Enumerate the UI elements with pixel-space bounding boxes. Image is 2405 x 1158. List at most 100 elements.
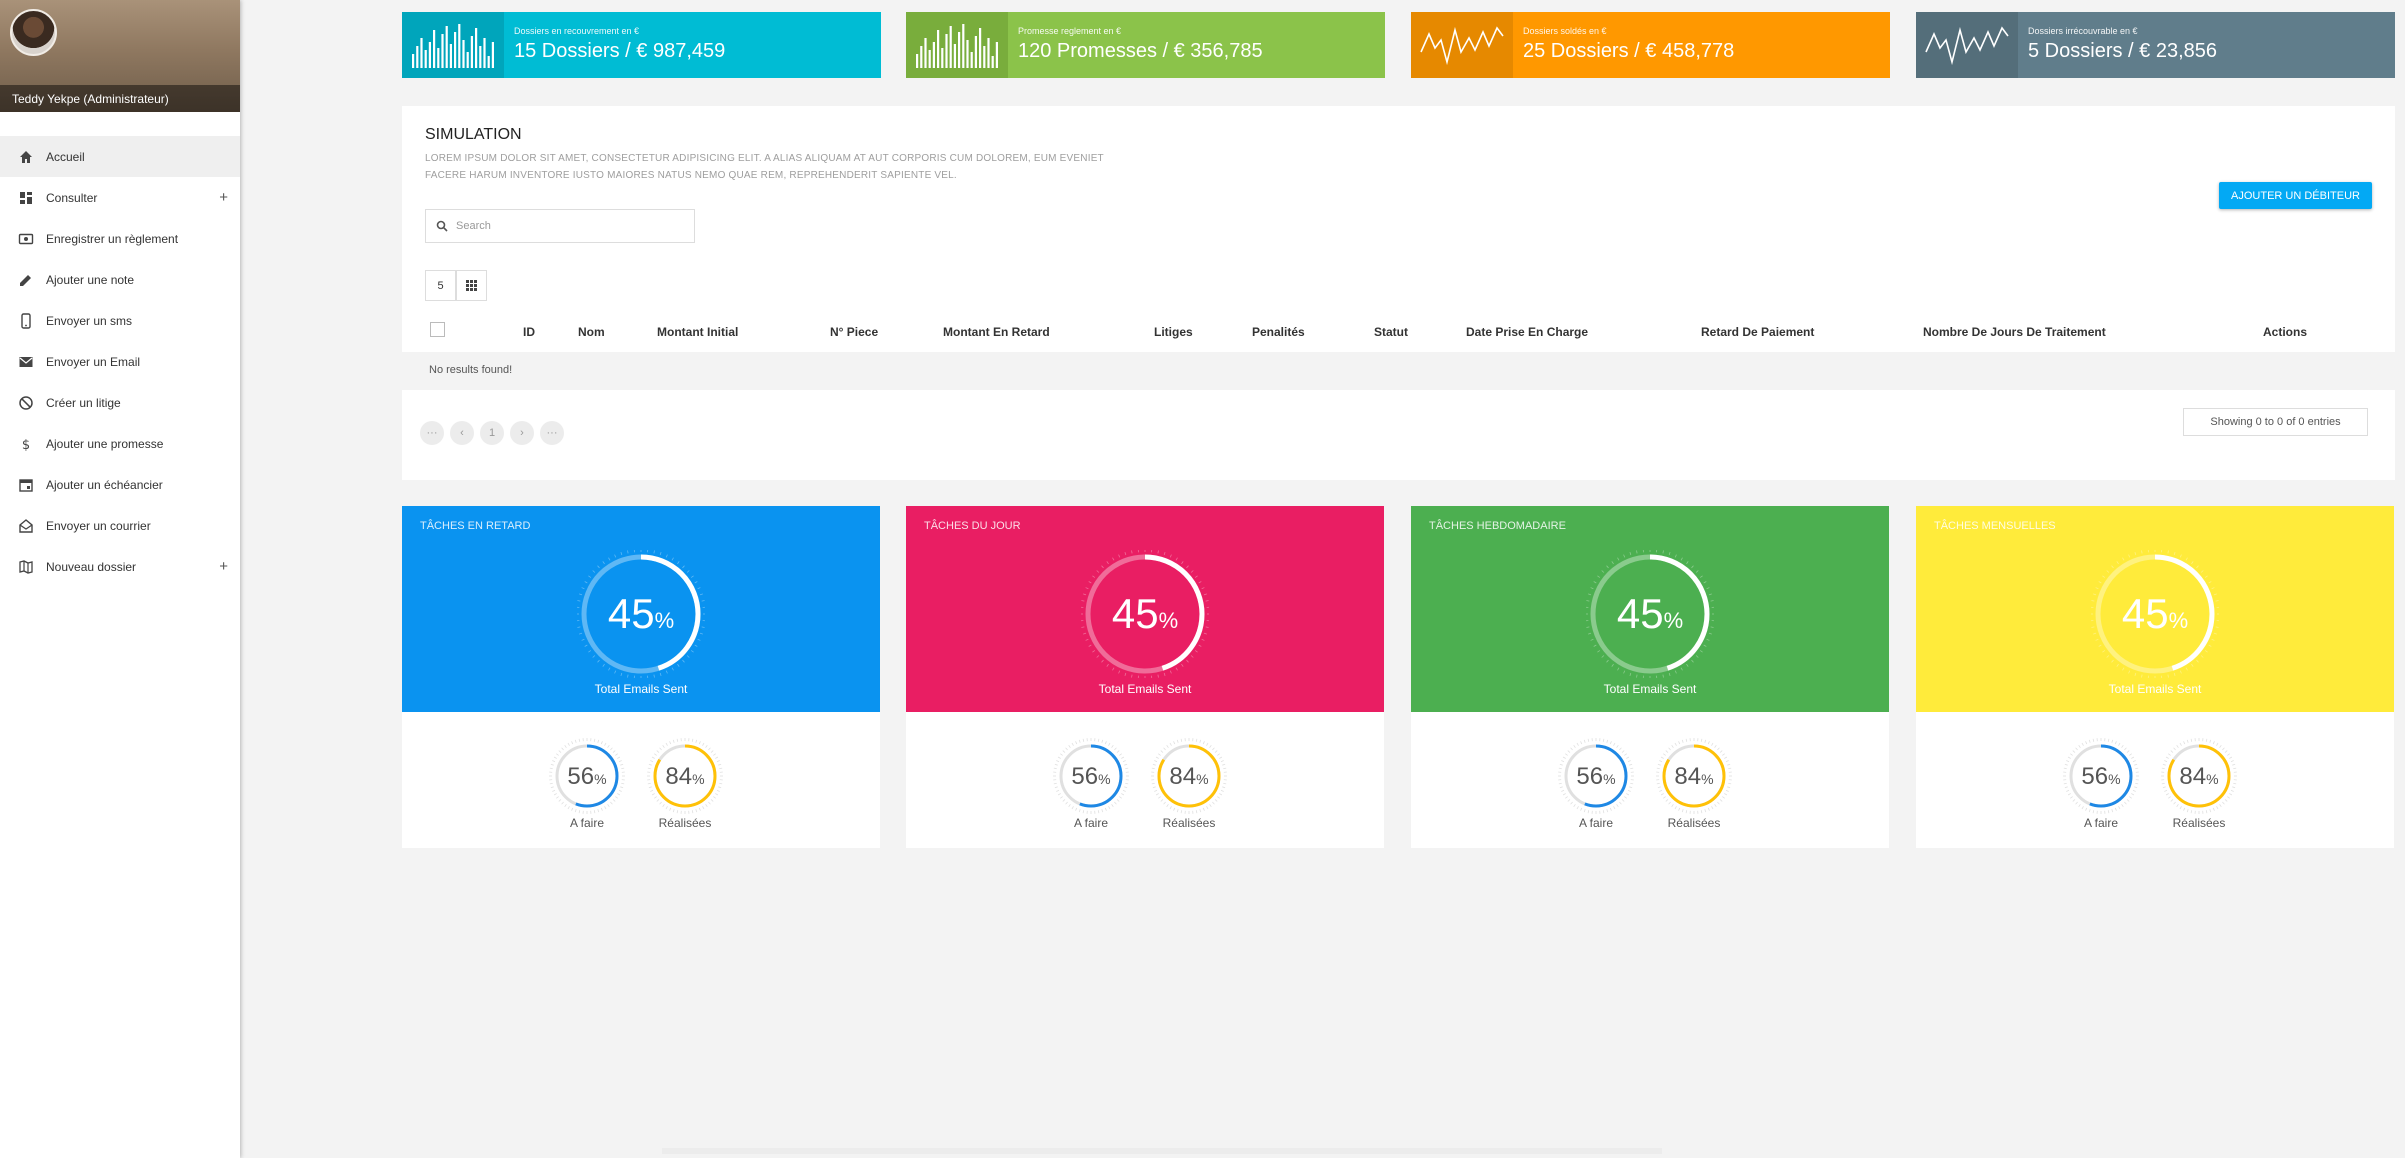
table-header: ID Nom Montant Initial N° Piece Montant En R… <box>402 319 2395 347</box>
sidebar-item-ajouter-une-note[interactable]: Ajouter une note <box>0 259 240 300</box>
stat-card[interactable]: Promesse reglement en € 120 Promesses / €… <box>906 12 1385 78</box>
avatar[interactable] <box>10 9 57 56</box>
task-card: Tâches mensuelles 45% Total Emails Sent 56%… <box>1916 506 2394 848</box>
next-page-button[interactable]: › <box>510 421 534 445</box>
sidebar-item-accueil[interactable]: Accueil <box>0 136 240 177</box>
column-header[interactable]: Montant En Retard <box>943 325 1050 339</box>
panel-title: SIMULATION <box>425 126 522 143</box>
column-header[interactable]: ID <box>523 325 535 339</box>
expand-plus-icon[interactable]: + <box>219 558 228 575</box>
a-faire-label: A faire <box>1578 816 1614 830</box>
column-header[interactable]: Statut <box>1374 325 1408 339</box>
stat-card[interactable]: Dossiers soldés en € 25 Dossiers / € 458,… <box>1411 12 1890 78</box>
sidebar-item-label: Accueil <box>46 149 85 164</box>
search-box[interactable] <box>425 209 695 243</box>
search-icon <box>436 220 448 232</box>
task-breakdown: 56% A faire 84% Réalisées <box>906 712 1384 848</box>
a-faire-gauge: 56% A faire <box>549 738 625 830</box>
stat-card[interactable]: Dossiers en recouvrement en € 15 Dossiers… <box>402 12 881 78</box>
column-header[interactable]: Penalités <box>1252 325 1305 339</box>
columns-toggle-button[interactable] <box>456 270 487 301</box>
task-breakdown: 56% A faire 84% Réalisées <box>1916 712 2394 848</box>
svg-text:84%: 84% <box>2179 763 2218 790</box>
prev-page-button[interactable]: ‹ <box>450 421 474 445</box>
task-summary: Tâches mensuelles 45% Total Emails Sent <box>1916 506 2394 712</box>
column-header[interactable]: N° Piece <box>830 325 878 339</box>
svg-text:45%: 45% <box>1617 590 1683 637</box>
dollar-icon: $ <box>18 436 34 452</box>
expand-plus-icon[interactable]: + <box>219 189 228 206</box>
realisees-chart: 84% <box>2161 738 2237 814</box>
percent-gauge: 45% <box>576 549 706 679</box>
column-header[interactable]: Nom <box>578 325 605 339</box>
sidebar-item-label: Consulter <box>46 190 98 205</box>
column-header[interactable]: Montant Initial <box>657 325 738 339</box>
stat-body: Dossiers en recouvrement en € 15 Dossiers… <box>504 12 735 78</box>
calendar-icon <box>18 477 34 493</box>
sidebar-item-créer-un-litige[interactable]: Créer un litige <box>0 382 240 423</box>
realisees-label: Réalisées <box>658 816 712 830</box>
realisees-chart: 84% <box>1151 738 1227 814</box>
realisees-gauge: 84% Réalisées <box>1656 738 1732 830</box>
realisees-chart: 84% <box>1656 738 1732 814</box>
sidebar-item-envoyer-un-email[interactable]: Envoyer un Email <box>0 341 240 382</box>
stat-card[interactable]: Dossiers irrécouvrable en € 5 Dossiers / … <box>1916 12 2395 78</box>
realisees-label: Réalisées <box>1162 816 1216 830</box>
realisees-gauge: 84% Réalisées <box>647 738 723 830</box>
stat-label: Dossiers irrécouvrable en € <box>2028 26 2138 36</box>
last-page-button[interactable]: ··· <box>540 421 564 445</box>
page-1-button[interactable]: 1 <box>480 421 504 445</box>
first-page-button[interactable]: ··· <box>420 421 444 445</box>
map-icon <box>18 559 34 575</box>
add-debtor-button[interactable]: AJOUTER UN DÉBITEUR <box>2219 182 2372 209</box>
svg-text:45%: 45% <box>2122 590 2188 637</box>
mail-icon <box>18 354 34 370</box>
dashboard-icon <box>18 190 34 206</box>
realisees-gauge: 84% Réalisées <box>2161 738 2237 830</box>
sidebar-item-envoyer-un-sms[interactable]: Envoyer un sms <box>0 300 240 341</box>
stat-value: 120 Promesses / € 356,785 <box>1018 40 1263 62</box>
bar-sparkline <box>402 12 504 78</box>
sidebar-item-ajouter-une-promesse[interactable]: $ Ajouter une promesse <box>0 423 240 464</box>
sidebar-item-envoyer-un-courrier[interactable]: Envoyer un courrier <box>0 505 240 546</box>
stat-body: Dossiers soldés en € 25 Dossiers / € 458,… <box>1513 12 1744 78</box>
sidebar-item-enregistrer-un-règlement[interactable]: Enregistrer un règlement <box>0 218 240 259</box>
stat-value: 5 Dossiers / € 23,856 <box>2028 40 2217 62</box>
sidebar-item-nouveau-dossier[interactable]: Nouveau dossier + <box>0 546 240 587</box>
sidebar-item-consulter[interactable]: Consulter + <box>0 177 240 218</box>
task-summary: Tâches en retard 45% Total Emails Sent <box>402 506 880 712</box>
sidebar-item-ajouter-un-échéancier[interactable]: Ajouter un échéancier <box>0 464 240 505</box>
task-title: Tâches en retard <box>420 520 531 532</box>
svg-text:84%: 84% <box>1674 763 1713 790</box>
page-size-controls: 5 <box>425 270 487 301</box>
sidebar-item-label: Envoyer un sms <box>46 313 133 328</box>
select-all-checkbox[interactable] <box>430 322 445 337</box>
task-caption: Total Emails Sent <box>1098 682 1192 696</box>
profile-name[interactable]: Teddy Yekpe (Administrateur) <box>0 85 240 112</box>
realisees-label: Réalisées <box>2172 816 2226 830</box>
task-gauge: 45% <box>2090 549 2220 679</box>
task-title: Tâches du jour <box>924 520 1021 532</box>
stat-value: 25 Dossiers / € 458,778 <box>1523 40 1735 62</box>
a-faire-chart: 56% <box>549 738 625 814</box>
task-caption: Total Emails Sent <box>2108 682 2202 696</box>
column-header[interactable]: Retard De Paiement <box>1701 325 1814 339</box>
phone-icon <box>18 312 34 329</box>
column-header[interactable]: Litiges <box>1154 325 1193 339</box>
block-icon <box>18 395 34 411</box>
search-input[interactable] <box>456 220 676 232</box>
grid-icon <box>466 280 477 291</box>
panel-description: LOREM IPSUM DOLOR SIT AMET, CONSECTETUR … <box>425 153 1104 181</box>
column-header[interactable]: Actions <box>2263 325 2307 339</box>
task-title: Tâches hebdomadaire <box>1429 520 1566 532</box>
svg-text:56%: 56% <box>1071 763 1110 790</box>
a-faire-gauge: 56% A faire <box>1558 738 1634 830</box>
sidebar-item-label: Ajouter une note <box>46 272 135 287</box>
column-header[interactable]: Nombre De Jours De Traitement <box>1923 325 2106 339</box>
page-size-select[interactable]: 5 <box>425 270 456 301</box>
profile-header: Teddy Yekpe (Administrateur) <box>0 0 240 112</box>
svg-text:56%: 56% <box>1576 763 1615 790</box>
column-header[interactable]: Date Prise En Charge <box>1466 325 1588 339</box>
pencil-icon <box>18 272 34 288</box>
stat-body: Dossiers irrécouvrable en € 5 Dossiers / … <box>2018 12 2227 78</box>
